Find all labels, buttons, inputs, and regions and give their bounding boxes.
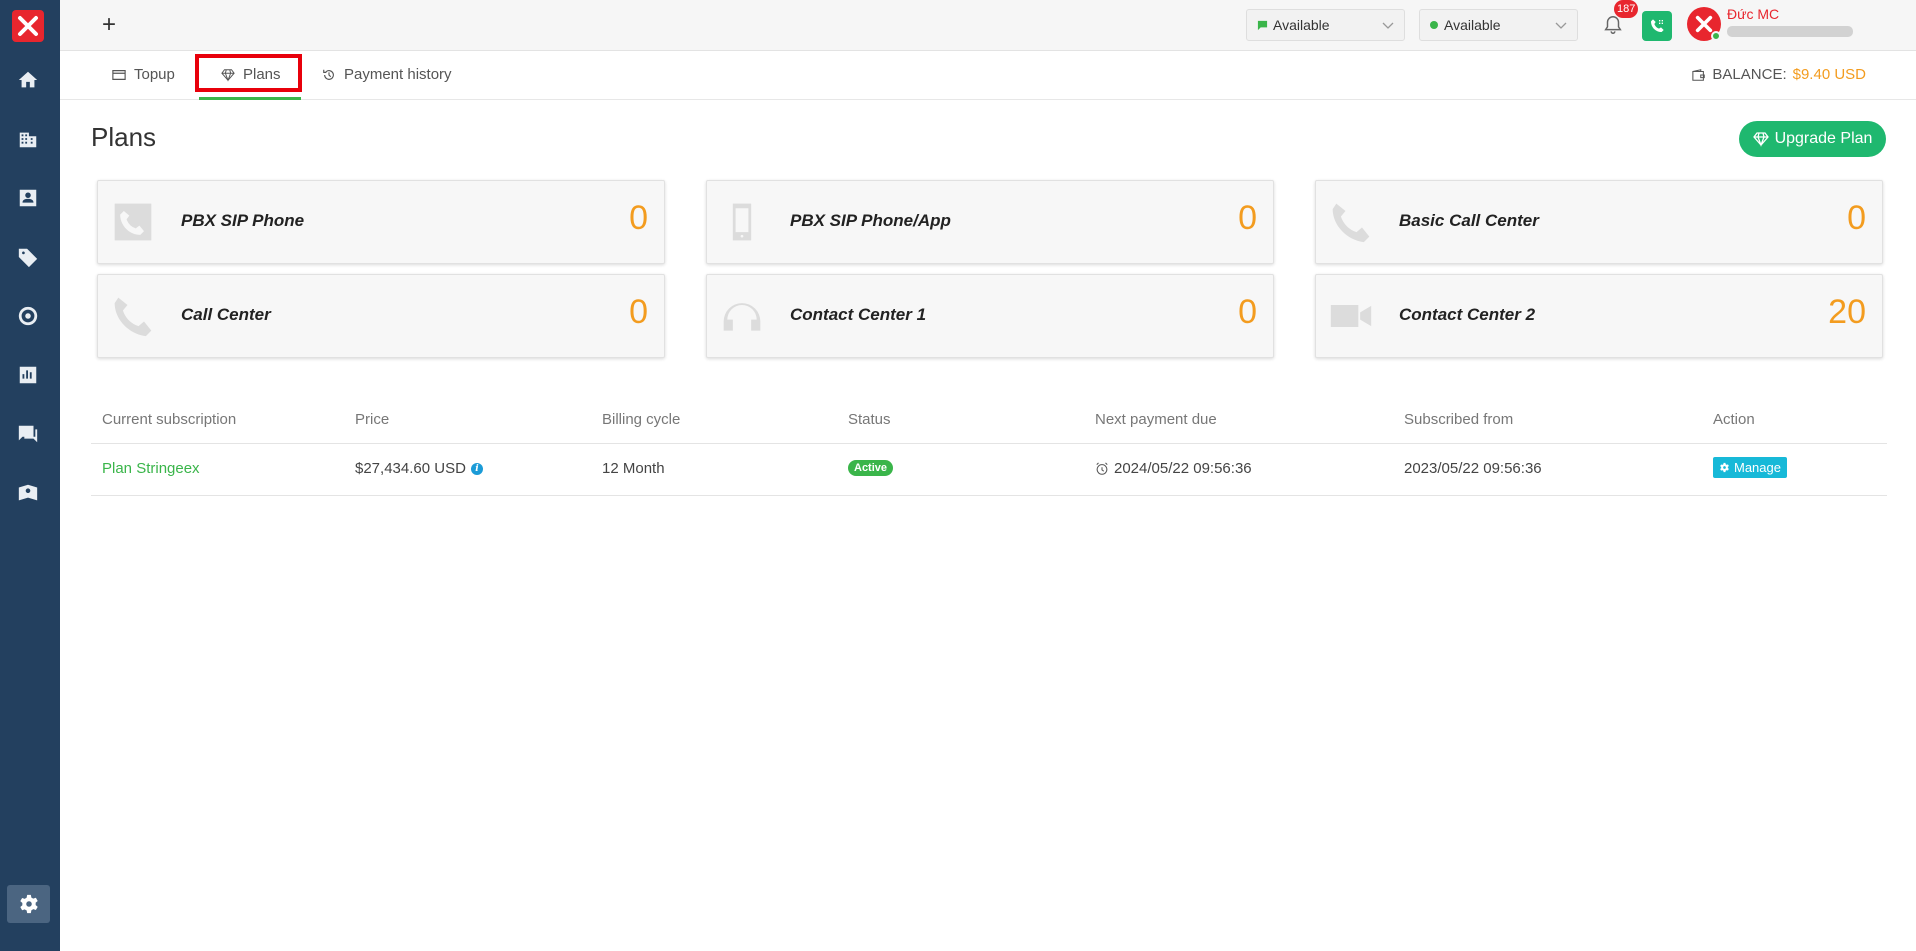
plan-count: 0 <box>1847 199 1866 237</box>
col-action: Action <box>1713 411 1755 428</box>
manage-button[interactable]: Manage <box>1713 457 1787 478</box>
plan-card-call-center: Call Center 0 <box>97 274 665 358</box>
book-user-icon[interactable] <box>14 479 42 507</box>
tab-bar: Topup Plans Payment history BALANCE: $9.… <box>60 51 1916 100</box>
mobile-icon <box>717 197 767 247</box>
col-price: Price <box>355 411 390 428</box>
building-icon[interactable] <box>14 125 42 153</box>
table-row: Plan Stringeex $27,434.60 USD i 12 Month… <box>91 444 1887 496</box>
phone-icon <box>108 291 158 341</box>
balance-display: BALANCE: $9.40 USD <box>1692 66 1866 83</box>
subscription-link[interactable]: Plan Stringeex <box>102 460 200 477</box>
stringee-x-logo[interactable] <box>12 10 44 42</box>
online-dot <box>1430 21 1438 29</box>
video-camera-icon <box>1326 291 1376 341</box>
upgrade-plan-button[interactable]: Upgrade Plan <box>1739 121 1886 157</box>
tab-topup[interactable]: Topup <box>112 66 175 83</box>
headphones-icon <box>717 291 767 341</box>
add-button[interactable]: + <box>97 12 121 38</box>
online-status-dot <box>1711 31 1721 41</box>
phone-call-icon <box>1651 19 1664 32</box>
plan-count: 0 <box>1238 199 1257 237</box>
plan-count: 0 <box>629 199 648 237</box>
plan-count: 0 <box>1238 293 1257 331</box>
gear-icon <box>1720 462 1729 473</box>
col-billing-cycle: Billing cycle <box>602 411 681 428</box>
action-cell: Manage <box>1713 457 1787 478</box>
phone-box-icon <box>108 197 158 247</box>
tab-topup-label: Topup <box>134 66 175 83</box>
active-tab-indicator <box>199 97 301 100</box>
plan-card-contact-center-2: Contact Center 2 20 <box>1315 274 1883 358</box>
chevron-down-icon <box>1382 22 1394 29</box>
plan-card-basic-call-center: Basic Call Center 0 <box>1315 180 1883 264</box>
col-status: Status <box>848 411 891 428</box>
page-title: Plans <box>91 122 157 152</box>
plan-count: 0 <box>629 293 648 331</box>
chevron-down-icon <box>1555 22 1567 29</box>
history-icon <box>323 69 334 80</box>
tab-payment-history-label: Payment history <box>344 66 452 83</box>
price-value: $27,434.60 USD <box>355 460 466 477</box>
chat-status-value: Available <box>1273 17 1330 33</box>
plan-card-contact-center-1: Contact Center 1 0 <box>706 274 1274 358</box>
call-status-value: Available <box>1444 17 1501 33</box>
table-header: Current subscription Price Billing cycle… <box>91 401 1887 444</box>
plan-name: Basic Call Center <box>1399 211 1539 230</box>
balance-label: BALANCE: <box>1712 66 1787 83</box>
plan-name: Contact Center 2 <box>1399 305 1536 324</box>
plan-card-pbx-sip-phone-app: PBX SIP Phone/App 0 <box>706 180 1274 264</box>
price-cell: $27,434.60 USD i <box>355 460 483 477</box>
wallet-icon <box>1692 68 1706 81</box>
status-badge: Active <box>848 460 894 476</box>
info-icon[interactable]: i <box>470 462 483 475</box>
subscription-table: Current subscription Price Billing cycle… <box>91 401 1887 496</box>
home-icon[interactable] <box>14 66 42 94</box>
call-status-select[interactable]: Available <box>1419 9 1578 41</box>
next-payment-value: 2024/05/22 09:56:36 <box>1114 460 1252 477</box>
chat-status-select[interactable]: Available <box>1246 9 1405 41</box>
plan-name: Call Center <box>181 305 271 324</box>
plan-name: Contact Center 1 <box>790 305 927 324</box>
upgrade-plan-label: Upgrade Plan <box>1774 130 1873 147</box>
plan-card-pbx-sip-phone: PBX SIP Phone 0 <box>97 180 665 264</box>
user-info-redacted <box>1727 26 1853 37</box>
dialpad-button[interactable] <box>1642 11 1672 41</box>
target-icon[interactable] <box>14 302 42 330</box>
manage-label: Manage <box>1734 460 1781 475</box>
diamond-icon <box>1752 132 1769 147</box>
subscribed-from-cell: 2023/05/22 09:56:36 <box>1404 460 1542 477</box>
col-subscribed-from: Subscribed from <box>1404 411 1514 428</box>
alarm-clock-icon <box>1096 462 1108 475</box>
plan-count: 20 <box>1828 293 1866 331</box>
notification-badge: 187 <box>1614 0 1639 18</box>
contact-card-icon[interactable] <box>14 184 42 212</box>
chat-icon[interactable] <box>14 420 42 448</box>
user-name[interactable]: Đức MC <box>1727 6 1779 22</box>
col-current-subscription: Current subscription <box>102 411 237 428</box>
plan-name: PBX SIP Phone <box>181 211 305 230</box>
balance-value: $9.40 USD <box>1792 66 1866 83</box>
phone-icon <box>1326 197 1376 247</box>
next-payment-cell: 2024/05/22 09:56:36 <box>1095 460 1252 477</box>
tag-icon[interactable] <box>14 243 42 271</box>
status-cell: Active <box>848 460 894 476</box>
sidebar <box>0 0 60 951</box>
gear-icon[interactable] <box>7 885 50 923</box>
bar-chart-icon[interactable] <box>14 361 42 389</box>
top-bar: + Available Available 187 Đức MC <box>60 0 1916 51</box>
plans-tab-highlight-box <box>195 54 302 92</box>
col-next-payment-due: Next payment due <box>1095 411 1217 428</box>
billing-cycle-cell: 12 Month <box>602 460 665 477</box>
plan-name: PBX SIP Phone/App <box>790 211 951 230</box>
tab-payment-history[interactable]: Payment history <box>322 66 452 83</box>
flag-icon <box>1257 20 1268 30</box>
credit-card-icon <box>112 69 126 80</box>
